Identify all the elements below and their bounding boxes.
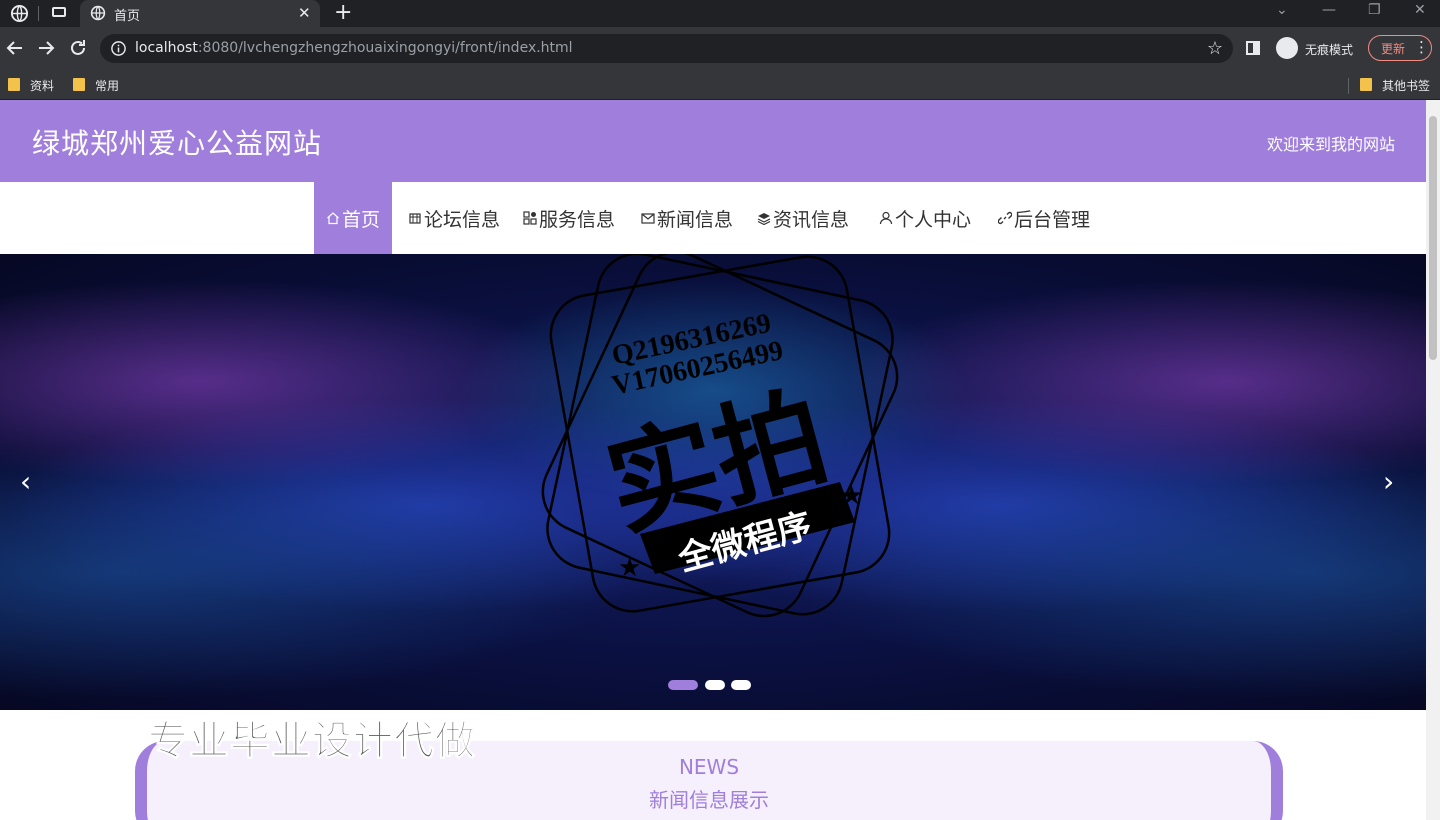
carousel-next-icon[interactable]: › bbox=[1383, 468, 1394, 496]
nav-label: 论坛信息 bbox=[424, 208, 501, 231]
bookmark-star-icon[interactable]: ☆ bbox=[1207, 38, 1223, 59]
welcome-text: 欢迎来到我的网站 bbox=[1267, 135, 1396, 154]
new-tab-icon[interactable]: + bbox=[334, 1, 352, 25]
restore-icon[interactable]: ❐ bbox=[1368, 2, 1381, 18]
star-icon: ★ bbox=[618, 553, 641, 583]
address-bar[interactable]: localhost:8080/lvchengzhengzhouaixingong… bbox=[100, 34, 1233, 63]
folder-icon bbox=[73, 78, 85, 91]
tab-search-icon[interactable] bbox=[52, 7, 66, 17]
side-panel-icon[interactable] bbox=[1246, 41, 1260, 55]
mail-icon bbox=[641, 213, 655, 224]
minimize-icon[interactable]: — bbox=[1322, 2, 1336, 18]
carousel-dot-1[interactable] bbox=[668, 680, 698, 690]
site-title: 绿城郑州爱心公益网站 bbox=[32, 127, 323, 160]
main-nav: 首页 论坛信息 服务信息 新闻信息 资讯信息 个人中心 后台管理 bbox=[0, 182, 1426, 254]
more-menu-icon[interactable]: ⋮ bbox=[1414, 38, 1429, 56]
link-icon bbox=[998, 211, 1012, 225]
carousel-dot-2[interactable] bbox=[705, 680, 725, 690]
nav-item-service[interactable]: 服务信息 bbox=[523, 182, 615, 254]
browser-tab-active[interactable]: 首页 ✕ bbox=[80, 0, 320, 27]
watermark-stamp: Q2196316269 V17060256499 实拍 全微程序 ★ ★ bbox=[541, 254, 899, 618]
forum-icon bbox=[409, 213, 421, 224]
overlay-watermark-text: 专业毕业设计代做 bbox=[148, 718, 476, 765]
carousel-prev-icon[interactable]: ‹ bbox=[20, 468, 31, 496]
folder-icon bbox=[1360, 78, 1372, 91]
browser-tab-strip: 首页 ✕ + ⌄ — ❐ ✕ bbox=[0, 0, 1440, 27]
bookmark-folder-other[interactable]: 其他书签 bbox=[1360, 75, 1436, 95]
nav-label: 服务信息 bbox=[539, 208, 616, 231]
bookmark-label: 常用 bbox=[95, 79, 120, 93]
nav-label: 资讯信息 bbox=[773, 208, 850, 231]
nav-label: 个人中心 bbox=[895, 208, 972, 231]
globe-icon[interactable] bbox=[10, 4, 29, 23]
nav-item-info[interactable]: 资讯信息 bbox=[757, 182, 849, 254]
bookmark-folder-ziliao[interactable]: 资料 bbox=[8, 75, 68, 95]
carousel-dot-3[interactable] bbox=[731, 680, 751, 690]
chevron-down-icon[interactable]: ⌄ bbox=[1276, 2, 1288, 18]
bookmarks-bar: 资料 常用 其他书签 bbox=[0, 71, 1440, 100]
update-label: 更新 bbox=[1381, 42, 1406, 56]
url-path: :8080/lvchengzhengzhouaixingongyi/front/… bbox=[197, 40, 573, 56]
nav-item-profile[interactable]: 个人中心 bbox=[879, 182, 971, 254]
incognito-icon[interactable] bbox=[1276, 37, 1298, 59]
update-button[interactable]: 更新 ⋮ bbox=[1368, 35, 1432, 61]
tab-divider bbox=[38, 6, 39, 21]
tab-close-icon[interactable]: ✕ bbox=[298, 4, 311, 22]
incognito-label[interactable]: 无痕模式 bbox=[1305, 41, 1353, 58]
nav-label: 后台管理 bbox=[1014, 208, 1091, 231]
window-close-icon[interactable]: ✕ bbox=[1414, 2, 1426, 18]
scrollbar-thumb[interactable] bbox=[1429, 116, 1437, 360]
bookmark-label: 资料 bbox=[30, 79, 55, 93]
nav-label: 新闻信息 bbox=[657, 208, 734, 231]
url-text[interactable]: localhost:8080/lvchengzhengzhouaixingong… bbox=[135, 40, 573, 56]
page-scrollbar[interactable] bbox=[1426, 100, 1440, 820]
bookmark-label: 其他书签 bbox=[1382, 79, 1431, 93]
nav-label: 首页 bbox=[341, 208, 380, 231]
banner-carousel[interactable]: ‹ › Q2196316269 V17060256499 实拍 全微程序 ★ ★ bbox=[0, 254, 1426, 710]
grid-icon bbox=[523, 211, 537, 225]
page-viewport: 绿城郑州爱心公益网站 欢迎来到我的网站 首页 论坛信息 服务信息 新闻信息 资讯… bbox=[0, 100, 1440, 820]
user-icon bbox=[879, 211, 893, 225]
home-icon bbox=[327, 212, 339, 225]
back-arrow-icon[interactable] bbox=[4, 37, 26, 59]
globe-icon bbox=[90, 5, 106, 21]
forward-arrow-icon[interactable] bbox=[35, 37, 57, 59]
site-header: 绿城郑州爱心公益网站 欢迎来到我的网站 bbox=[0, 100, 1426, 182]
folder-icon bbox=[8, 78, 20, 91]
bookmarks-divider bbox=[1348, 78, 1349, 94]
news-title-cn: 新闻信息展示 bbox=[649, 788, 769, 812]
nav-item-admin[interactable]: 后台管理 bbox=[998, 182, 1090, 254]
layers-icon bbox=[757, 213, 771, 225]
tab-title: 首页 bbox=[114, 9, 141, 24]
nav-item-home[interactable]: 首页 bbox=[314, 182, 392, 254]
star-icon: ★ bbox=[840, 481, 863, 511]
bookmark-folder-changyong[interactable]: 常用 bbox=[73, 75, 133, 95]
nav-item-forum[interactable]: 论坛信息 bbox=[408, 182, 500, 254]
reload-icon[interactable] bbox=[67, 37, 89, 59]
address-toolbar: localhost:8080/lvchengzhengzhouaixingong… bbox=[0, 27, 1440, 71]
nav-item-news[interactable]: 新闻信息 bbox=[641, 182, 733, 254]
site-info-icon[interactable] bbox=[110, 40, 127, 57]
url-host: localhost bbox=[135, 40, 198, 56]
